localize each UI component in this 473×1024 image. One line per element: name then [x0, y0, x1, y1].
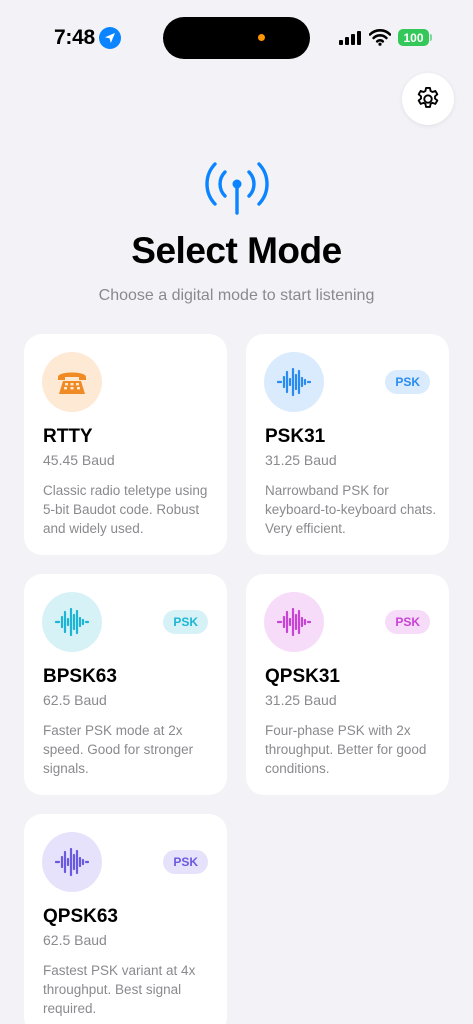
mode-icon-container: [42, 592, 102, 652]
mode-icon-container: [264, 352, 324, 412]
mode-card-rtty[interactable]: RTTY 45.45 Baud Classic radio teletype u…: [24, 334, 227, 555]
mode-name: PSK31: [265, 426, 326, 447]
mode-name: QPSK63: [43, 906, 118, 927]
wifi-icon: [369, 29, 391, 46]
mode-baud-rate: 31.25 Baud: [265, 692, 337, 708]
mode-category-badge: PSK: [163, 610, 208, 634]
mode-name: QPSK31: [265, 666, 340, 687]
page-title: Select Mode: [131, 230, 342, 271]
mode-description: Narrowband PSK for keyboard-to-keyboard …: [265, 483, 437, 536]
mode-category-badge: PSK: [385, 370, 430, 394]
telephone-icon: [58, 372, 86, 394]
mode-icon-container: [42, 352, 102, 412]
mode-name: RTTY: [43, 426, 93, 447]
mode-baud-rate: 31.25 Baud: [265, 452, 337, 468]
page-subtitle: Choose a digital mode to start listening: [98, 287, 375, 304]
battery-icon: 100: [398, 29, 432, 46]
antenna-icon: [205, 162, 269, 215]
location-arrow-icon: [99, 27, 121, 49]
mode-description: Faster PSK mode at 2x speed. Good for st…: [43, 723, 194, 776]
mode-baud-rate: 62.5 Baud: [43, 692, 107, 708]
gear-icon: [417, 86, 439, 108]
mic-indicator-icon: [258, 34, 265, 41]
mode-card-bpsk63[interactable]: PSK BPSK63 62.5 Baud Faster PSK mode at …: [24, 574, 227, 795]
cellular-signal-icon: [339, 30, 361, 45]
mode-icon-container: [42, 832, 102, 892]
mode-description: Four-phase PSK with 2x throughput. Bette…: [265, 723, 427, 776]
waveform-icon: [277, 367, 311, 397]
battery-level: 100: [398, 29, 429, 46]
mode-category-badge: PSK: [385, 610, 430, 634]
mode-card-qpsk63[interactable]: PSK QPSK63 62.5 Baud Fastest PSK variant…: [24, 814, 227, 1024]
mode-description: Fastest PSK variant at 4x throughput. Be…: [43, 963, 196, 1016]
status-bar: 7:48 100: [0, 0, 473, 60]
mode-description: Classic radio teletype using 5-bit Baudo…: [43, 483, 208, 536]
status-time: 7:48: [54, 26, 95, 49]
mode-baud-rate: 62.5 Baud: [43, 932, 107, 948]
mode-icon-container: [264, 592, 324, 652]
waveform-icon: [55, 847, 89, 877]
dynamic-island: [163, 17, 310, 59]
mode-name: BPSK63: [43, 666, 117, 687]
waveform-icon: [55, 607, 89, 637]
waveform-icon: [277, 607, 311, 637]
settings-button[interactable]: [402, 73, 454, 125]
mode-category-badge: PSK: [163, 850, 208, 874]
mode-baud-rate: 45.45 Baud: [43, 452, 115, 468]
mode-card-qpsk31[interactable]: PSK QPSK31 31.25 Baud Four-phase PSK wit…: [246, 574, 449, 795]
mode-card-psk31[interactable]: PSK PSK31 31.25 Baud Narrowband PSK for …: [246, 334, 449, 555]
